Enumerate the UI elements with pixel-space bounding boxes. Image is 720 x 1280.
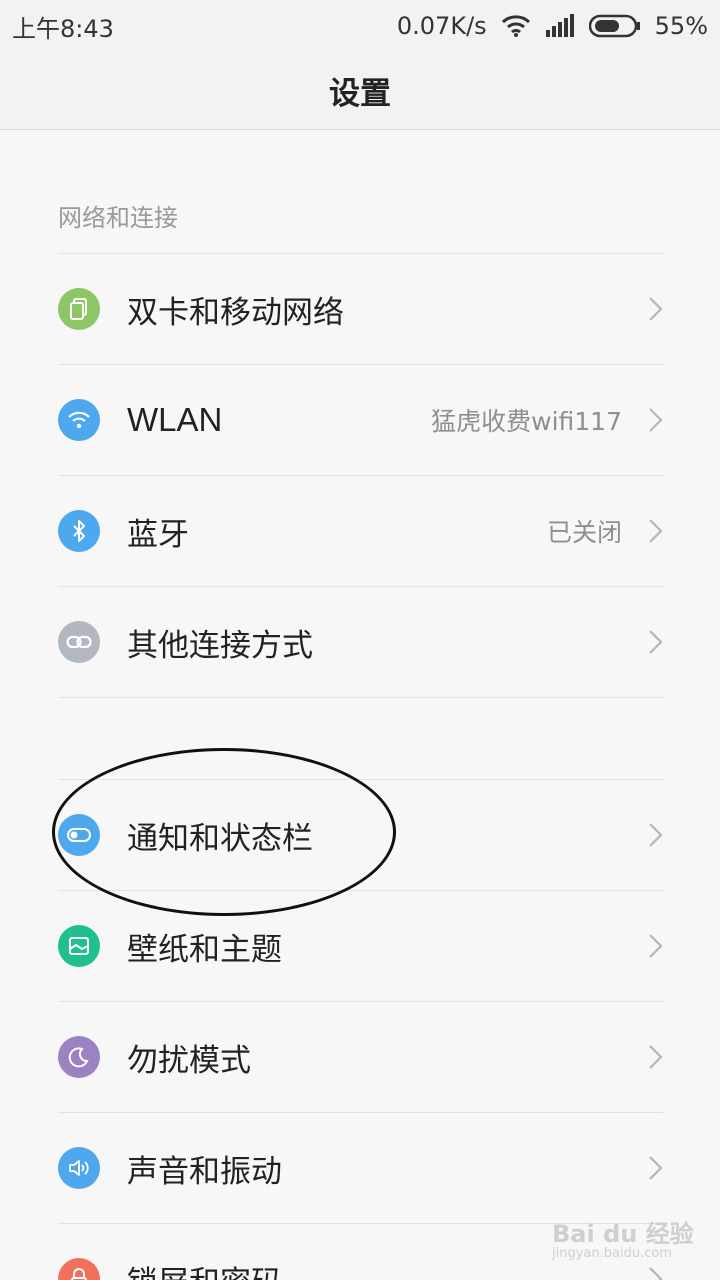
sim-card-icon: [58, 288, 100, 330]
toggle-icon: [58, 814, 100, 856]
signal-icon: [545, 14, 574, 37]
settings-item-bluetooth[interactable]: 蓝牙 已关闭: [0, 476, 720, 586]
settings-item-wallpaper[interactable]: 壁纸和主题: [0, 891, 720, 1001]
wlan-network-name: 猛虎收费wifi117: [431, 407, 622, 436]
chevron-right-icon: [649, 297, 663, 321]
battery-level: 55%: [654, 12, 708, 40]
chevron-right-icon: [649, 630, 663, 654]
chevron-right-icon: [649, 1045, 663, 1069]
chevron-right-icon: [649, 408, 663, 432]
settings-item-label: 壁纸和主题: [127, 931, 282, 968]
bluetooth-status: 已关闭: [546, 518, 622, 547]
settings-item-notifications[interactable]: 通知和状态栏: [0, 780, 720, 890]
chevron-right-icon: [649, 519, 663, 543]
wifi-icon: [58, 399, 100, 441]
settings-item-label: 勿扰模式: [127, 1042, 251, 1079]
settings-item-label: WLAN: [127, 401, 223, 438]
settings-item-do-not-disturb[interactable]: 勿扰模式: [0, 1002, 720, 1112]
settings-item-other-connections[interactable]: 其他连接方式: [0, 587, 720, 697]
settings-item-label: 双卡和移动网络: [127, 294, 344, 331]
watermark-brand: Bai du 经验: [552, 1220, 694, 1248]
chevron-right-icon: [649, 934, 663, 958]
settings-item-label: 通知和状态栏: [127, 820, 313, 857]
moon-icon: [58, 1036, 100, 1078]
network-speed: 0.07K/s: [396, 12, 487, 40]
page-title: 设置: [329, 76, 391, 112]
status-indicators: 0.07K/s 55%: [397, 12, 708, 40]
divider: [58, 697, 663, 698]
settings-item-label: 锁屏和密码: [127, 1224, 282, 1280]
chevron-right-icon: [649, 1267, 663, 1280]
watermark-url: jingyan.baidu.com: [552, 1246, 672, 1261]
chevron-right-icon: [649, 823, 663, 847]
battery-icon: [588, 14, 640, 38]
settings-item-wlan[interactable]: WLAN 猛虎收费wifi117: [0, 365, 720, 475]
section-header-network: 网络和连接: [58, 204, 178, 232]
link-icon: [58, 621, 100, 663]
wallpaper-icon: [58, 925, 100, 967]
wifi-status-icon: [501, 15, 530, 37]
speaker-icon: [58, 1147, 100, 1189]
settings-item-label: 声音和振动: [127, 1153, 282, 1190]
status-time: 上午8:43: [12, 14, 114, 43]
settings-item-label: 蓝牙: [127, 516, 189, 553]
bluetooth-icon: [58, 510, 100, 552]
title-bar: 设置: [0, 52, 720, 130]
status-bar: 上午8:43 0.07K/s 55%: [0, 0, 720, 52]
chevron-right-icon: [649, 1156, 663, 1180]
settings-item-dual-sim[interactable]: 双卡和移动网络: [0, 254, 720, 364]
settings-item-label: 其他连接方式: [127, 627, 313, 664]
lock-icon: [58, 1258, 100, 1280]
settings-item-sound[interactable]: 声音和振动: [0, 1113, 720, 1223]
